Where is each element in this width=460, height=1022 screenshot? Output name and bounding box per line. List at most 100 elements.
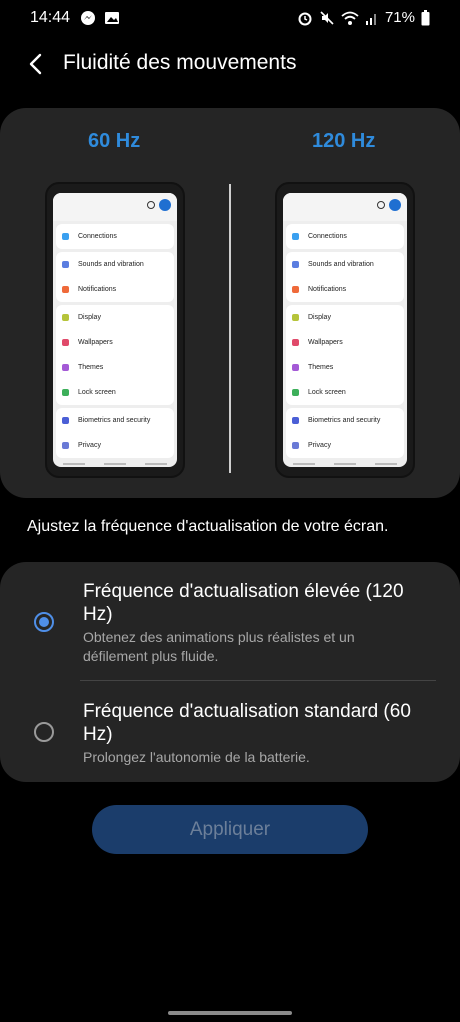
options-divider (80, 680, 436, 681)
mute-icon (320, 10, 334, 25)
phone-topbar (53, 193, 177, 221)
apply-button[interactable]: Appliquer (92, 805, 368, 854)
phone-settings-item: Wallpapers (286, 330, 404, 355)
phone-settings-item: Display (56, 305, 174, 330)
phone-topbar (283, 193, 407, 221)
phone-settings-group: Display Wallpapers Themes Lock screen (286, 305, 404, 405)
settings-item-icon (292, 314, 299, 321)
phone-settings-item: Connections (286, 224, 404, 249)
settings-item-label: Sounds and vibration (78, 261, 144, 268)
phone-settings-list: Connections Sounds and vibration Notificat… (53, 224, 177, 458)
phone-settings-item: Biometrics and security (56, 408, 174, 433)
settings-item-label: Display (78, 314, 101, 321)
option-subtitle: Obtenez des animations plus réalistes et… (83, 629, 355, 664)
back-icon[interactable] (24, 50, 48, 78)
status-right-icons: 71% (297, 9, 430, 26)
phone-screen: Connections Sounds and vibration Notificat… (53, 193, 177, 467)
description-text: Ajustez la fréquence d'actualisation de … (27, 518, 389, 535)
phone-settings-item: Lock screen (286, 380, 404, 405)
messenger-icon (81, 11, 95, 25)
settings-item-icon (62, 442, 69, 449)
wifi-icon (341, 11, 359, 25)
settings-item-label: Lock screen (78, 389, 116, 396)
settings-item-icon (292, 233, 299, 240)
settings-item-label: Privacy (78, 442, 101, 449)
preview-divider (229, 184, 231, 473)
settings-item-icon (62, 389, 69, 396)
phone-settings-item: Privacy (286, 433, 404, 458)
phone-preview-60hz: Connections Sounds and vibration Notificat… (45, 182, 185, 478)
settings-item-label: Connections (78, 233, 117, 240)
phone-settings-group: Sounds and vibration Notifications (56, 252, 174, 302)
settings-item-label: Lock screen (308, 389, 346, 396)
settings-item-icon (292, 339, 299, 346)
phone-settings-group: Connections (286, 224, 404, 249)
refresh-rate-options: Fréquence d'actualisation élevée (120 Hz… (0, 562, 460, 782)
battery-percent: 71% (384, 9, 415, 26)
option-subtitle: Prolongez l'autonomie de la batterie. (83, 749, 310, 765)
settings-item-icon (62, 261, 69, 268)
search-icon (377, 201, 385, 209)
settings-item-label: Wallpapers (78, 339, 113, 346)
settings-item-icon (292, 442, 299, 449)
phone-settings-group: Sounds and vibration Notifications (286, 252, 404, 302)
label-60hz: 60 Hz (88, 130, 141, 152)
gallery-icon (105, 12, 119, 24)
phone-settings-list: Connections Sounds and vibration Notificat… (283, 224, 407, 458)
settings-item-icon (62, 364, 69, 371)
settings-item-label: Privacy (308, 442, 331, 449)
settings-item-label: Sounds and vibration (308, 261, 374, 268)
phone-settings-item: Notifications (286, 277, 404, 302)
phone-settings-item: Privacy (56, 433, 174, 458)
search-icon (147, 201, 155, 209)
phone-settings-item: Biometrics and security (286, 408, 404, 433)
radio-button-selected[interactable] (34, 612, 54, 632)
settings-item-icon (62, 286, 69, 293)
home-indicator[interactable] (168, 1011, 292, 1015)
settings-item-icon (292, 417, 299, 424)
phone-preview-120hz: Connections Sounds and vibration Notificat… (275, 182, 415, 478)
option-standard-refresh[interactable]: Fréquence d'actualisation standard (60 H… (0, 698, 460, 778)
settings-item-icon (62, 339, 69, 346)
phone-settings-item: Sounds and vibration (286, 252, 404, 277)
settings-item-label: Wallpapers (308, 339, 343, 346)
status-time: 14:44 (30, 9, 71, 26)
phone-settings-item: Sounds and vibration (56, 252, 174, 277)
phone-settings-item: Display (286, 305, 404, 330)
settings-item-label: Notifications (308, 286, 347, 293)
settings-item-label: Biometrics and security (78, 417, 151, 424)
settings-item-icon (292, 261, 299, 268)
option-title: Fréquence d'actualisation standard (60 H… (83, 701, 411, 745)
phone-settings-group: Biometrics and security Privacy (286, 408, 404, 458)
settings-item-label: Connections (308, 233, 347, 240)
settings-item-icon (292, 286, 299, 293)
signal-icon (365, 13, 376, 25)
account-icon (159, 199, 171, 211)
settings-item-icon (62, 417, 69, 424)
settings-item-icon (292, 364, 299, 371)
settings-item-icon (292, 389, 299, 396)
phone-settings-item: Themes (286, 355, 404, 380)
settings-item-label: Notifications (78, 286, 117, 293)
settings-item-label: Themes (78, 364, 104, 371)
label-120hz: 120 Hz (312, 130, 376, 152)
option-high-refresh[interactable]: Fréquence d'actualisation élevée (120 Hz… (0, 580, 460, 680)
status-bar: 14:44 71% (0, 0, 460, 38)
phone-nav-bar (283, 461, 407, 467)
phone-nav-bar (53, 461, 177, 467)
alarm-icon (298, 12, 312, 25)
page-title: Fluidité des mouvements (63, 51, 297, 74)
settings-item-label: Themes (308, 364, 334, 371)
app-header: Fluidité des mouvements (0, 44, 460, 84)
settings-item-label: Display (308, 314, 331, 321)
account-icon (389, 199, 401, 211)
phone-settings-item: Wallpapers (56, 330, 174, 355)
phone-screen: Connections Sounds and vibration Notificat… (283, 193, 407, 467)
phone-settings-group: Connections (56, 224, 174, 249)
phone-settings-group: Biometrics and security Privacy (56, 408, 174, 458)
option-title: Fréquence d'actualisation élevée (120 Hz… (83, 581, 404, 625)
radio-button[interactable] (34, 722, 54, 742)
phone-settings-item: Themes (56, 355, 174, 380)
settings-item-label: Biometrics and security (308, 417, 381, 424)
phone-settings-item: Notifications (56, 277, 174, 302)
